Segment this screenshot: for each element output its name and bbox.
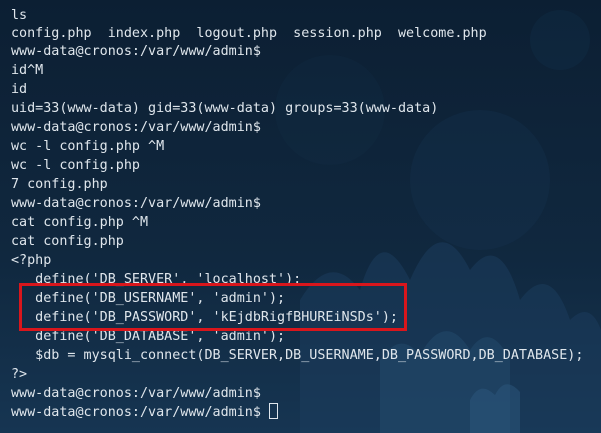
terminal-line: id: [11, 82, 28, 97]
terminal-line: ls: [11, 8, 28, 23]
terminal-line: 7 config.php: [11, 177, 108, 192]
terminal-line: ?>: [11, 367, 28, 382]
terminal-line: config.php index.php logout.php session.…: [11, 26, 487, 41]
terminal-line: $db = mysqli_connect(DB_SERVER,DB_USERNA…: [11, 348, 584, 363]
shell-prompt: www-data@cronos:/var/www/admin$: [11, 196, 261, 211]
shell-prompt: www-data@cronos:/var/www/admin$: [11, 120, 261, 135]
shell-prompt: www-data@cronos:/var/www/admin$: [11, 44, 261, 59]
terminal-line: id^M: [11, 63, 44, 78]
terminal-line: cat config.php ^M: [11, 215, 149, 230]
terminal-line: <?php: [11, 253, 52, 268]
terminal-line: wc -l config.php ^M: [11, 139, 165, 154]
terminal-output[interactable]: ls config.php index.php logout.php sessi…: [0, 0, 601, 433]
credentials-highlight-box: [19, 283, 407, 331]
shell-prompt-active[interactable]: www-data@cronos:/var/www/admin$: [11, 403, 278, 422]
terminal-line: wc -l config.php: [11, 158, 140, 173]
prompt-text: www-data@cronos:/var/www/admin$: [11, 405, 269, 420]
text-cursor: [268, 403, 278, 419]
terminal-line: cat config.php: [11, 234, 124, 249]
shell-prompt: www-data@cronos:/var/www/admin$: [11, 386, 261, 401]
terminal-line: uid=33(www-data) gid=33(www-data) groups…: [11, 101, 439, 116]
